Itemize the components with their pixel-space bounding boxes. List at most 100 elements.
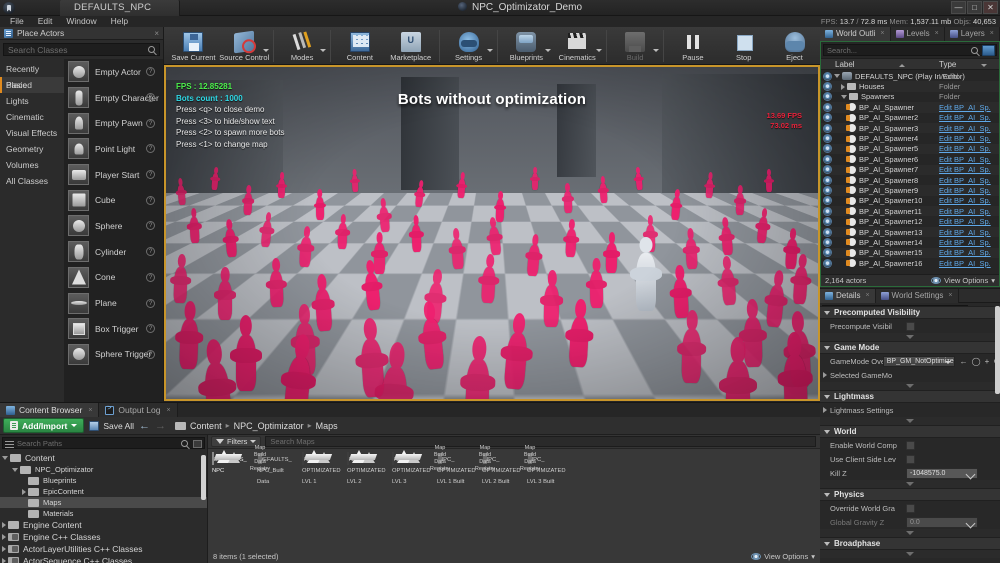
outliner-row-type[interactable]: Edit BP_AI_Sp. [939,103,991,112]
search-classes-input[interactable]: Search Classes [3,43,160,56]
visibility-icon[interactable] [823,154,832,164]
tab-world-outli[interactable]: World Outli × [820,26,891,41]
visibility-icon[interactable] [823,165,832,175]
outliner-row-type[interactable]: Edit BP_AI_Sp. [939,186,991,195]
outliner-row[interactable]: BP_AI_Spawner9 Edit BP_AI_Sp. [821,185,999,196]
toolbar-modes-button[interactable]: Modes [277,27,328,65]
place-actors-category-lights[interactable]: Lights [0,93,64,109]
place-actors-category-recently-placed[interactable]: Recently Placed [0,61,64,90]
close-icon[interactable]: × [154,29,159,38]
close-icon[interactable]: × [865,292,869,299]
column-type[interactable]: Type [939,59,999,69]
chevron-down-icon[interactable] [486,49,493,52]
folder-tree-item[interactable]: NPC_Optimizator [0,464,207,475]
expand-icon[interactable] [12,467,18,472]
outliner-row[interactable]: BP_AI_Spawner11 Edit BP_AI_Sp. [821,206,999,217]
tab-levels[interactable]: Levels × [890,26,945,41]
place-actor-item[interactable]: Cylinder? [64,239,163,265]
outliner-row[interactable]: BP_AI_Spawner7 Edit BP_AI_Sp. [821,164,999,175]
place-actor-item[interactable]: Player Start? [64,162,163,188]
search-paths-input[interactable]: Search Paths [2,437,205,449]
place-actors-tab[interactable]: Place Actors × [0,27,163,40]
collapse-icon[interactable] [2,546,6,552]
outliner-row-type[interactable]: Edit BP_AI_Sp. [939,217,991,226]
info-icon[interactable]: ? [146,144,155,154]
tab-output-log[interactable]: Output Log × [99,403,178,417]
tab-content-browser[interactable]: Content Browser × [0,403,100,417]
asset-tile[interactable]: Map Build Data RegistryNPC_ OPTIMIZATED … [430,445,478,486]
outliner-row[interactable]: BP_AI_Spawner13 Edit BP_AI_Sp. [821,226,999,238]
chevron-down-icon[interactable] [595,49,602,52]
expand-icon[interactable] [841,94,847,99]
place-actor-item[interactable]: Point Light? [64,136,163,162]
visibility-icon[interactable] [823,248,832,258]
outliner-row[interactable]: BP_AI_Spawner8 Edit BP_AI_Sp. [821,175,999,185]
outliner-row[interactable]: BP_AI_Spawner5 Edit BP_AI_Sp. [821,143,999,155]
tree-scrollbar[interactable] [201,455,206,500]
toolbar-save-current-button[interactable]: Save Current [168,27,219,65]
nav-back-button[interactable]: ← [139,420,150,432]
place-actors-category-basic[interactable]: Basic [0,77,64,93]
outliner-row[interactable]: BP_AI_Spawner3 Edit BP_AI_Sp. [821,122,999,134]
add-import-button[interactable]: Add/Import [3,418,85,433]
asset-tile[interactable]: Map Build Data RegistryNPC_ OPTIMIZATED … [520,445,568,486]
place-actor-item[interactable]: Empty Pawn? [64,110,163,136]
number-field[interactable]: 0.0 [906,516,978,528]
section-expander[interactable] [820,550,1000,558]
checkbox[interactable] [906,321,915,331]
folder-tree-item[interactable]: Maps [0,497,207,508]
outliner-row[interactable]: BP_AI_Spawner Edit BP_AI_Sp. [821,102,999,113]
collection-icon[interactable] [193,440,202,448]
expand-icon[interactable] [823,372,827,378]
folder-tree-item[interactable]: Blueprints [0,475,207,486]
outliner-row-type[interactable]: Edit BP_AI_Sp. [939,155,991,164]
folder-tree-item[interactable]: Engine Content [0,519,207,531]
tab-layers[interactable]: Layers × [944,26,1000,41]
visibility-icon[interactable] [823,102,832,112]
asset-tile[interactable]: Map Build Data RegistryNPC_ OPTIMIZATED … [475,445,523,486]
toolbar-marketplace-button[interactable]: Marketplace [385,27,436,65]
info-icon[interactable]: ? [146,349,155,359]
add-icon[interactable]: + [985,357,990,366]
toolbar-stop-button[interactable]: Stop [718,27,769,65]
outliner-row[interactable]: BP_AI_Spawner14 Edit BP_AI_Sp. [821,237,999,247]
outliner-row-type[interactable]: Edit BP_AI_Sp. [939,238,991,247]
place-actors-category-visual-effects[interactable]: Visual Effects [0,125,64,141]
menu-edit[interactable]: Edit [31,16,60,27]
column-label[interactable]: Label [821,59,939,69]
maximize-button[interactable]: □ [967,1,982,14]
visibility-icon[interactable] [823,71,832,81]
number-field[interactable]: -1048575.0 [906,467,978,479]
toolbar-content-button[interactable]: Content [334,27,385,65]
place-actors-category-volumes[interactable]: Volumes [0,157,64,173]
checkbox[interactable] [906,454,915,464]
outliner-row-type[interactable]: Edit BP_AI_Sp. [939,124,991,133]
details-section-header[interactable]: Precomputed Visibility [820,306,1000,319]
outliner-row-type[interactable]: Edit BP_AI_Sp. [939,196,991,205]
section-expander[interactable] [820,382,1000,390]
asset-tile[interactable]: NPC_ OPTIMIZATED LVL 3 [392,449,433,486]
tab-details[interactable]: Details × [820,288,876,303]
breadcrumb-item-maps[interactable]: Maps [316,421,338,431]
info-icon[interactable]: ? [146,67,155,77]
place-actor-item[interactable]: Empty Character? [64,85,163,111]
outliner-row-type[interactable]: Edit BP_AI_Sp. [939,228,991,237]
details-section-header[interactable]: Lightmass [820,390,1000,403]
menu-help[interactable]: Help [104,16,135,27]
asset-tile[interactable]: NPC_ OPTIMIZATED LVL 1 [302,449,343,486]
close-icon[interactable]: × [990,30,994,37]
visibility-icon[interactable] [823,196,832,206]
outliner-row[interactable]: BP_AI_Spawner2 Edit BP_AI_Sp. [821,113,999,123]
place-actors-category-all-classes[interactable]: All Classes [0,173,64,189]
place-actor-item[interactable]: Sphere? [64,213,163,239]
minimize-button[interactable]: — [951,1,966,14]
asset-tile[interactable]: DEFAULTS_ NPC [212,449,253,486]
visibility-icon[interactable] [823,237,832,247]
visibility-icon[interactable] [823,175,832,185]
nav-forward-button[interactable]: → [155,420,166,432]
save-all-button[interactable]: Save All [89,420,134,431]
folder-tree-item[interactable]: Engine C++ Classes [0,531,207,543]
outliner-row-type[interactable]: Edit BP_AI_Sp. [939,207,991,216]
close-icon[interactable]: × [948,292,952,299]
outliner-row-type[interactable]: Edit BP_AI_Sp. [939,248,991,257]
